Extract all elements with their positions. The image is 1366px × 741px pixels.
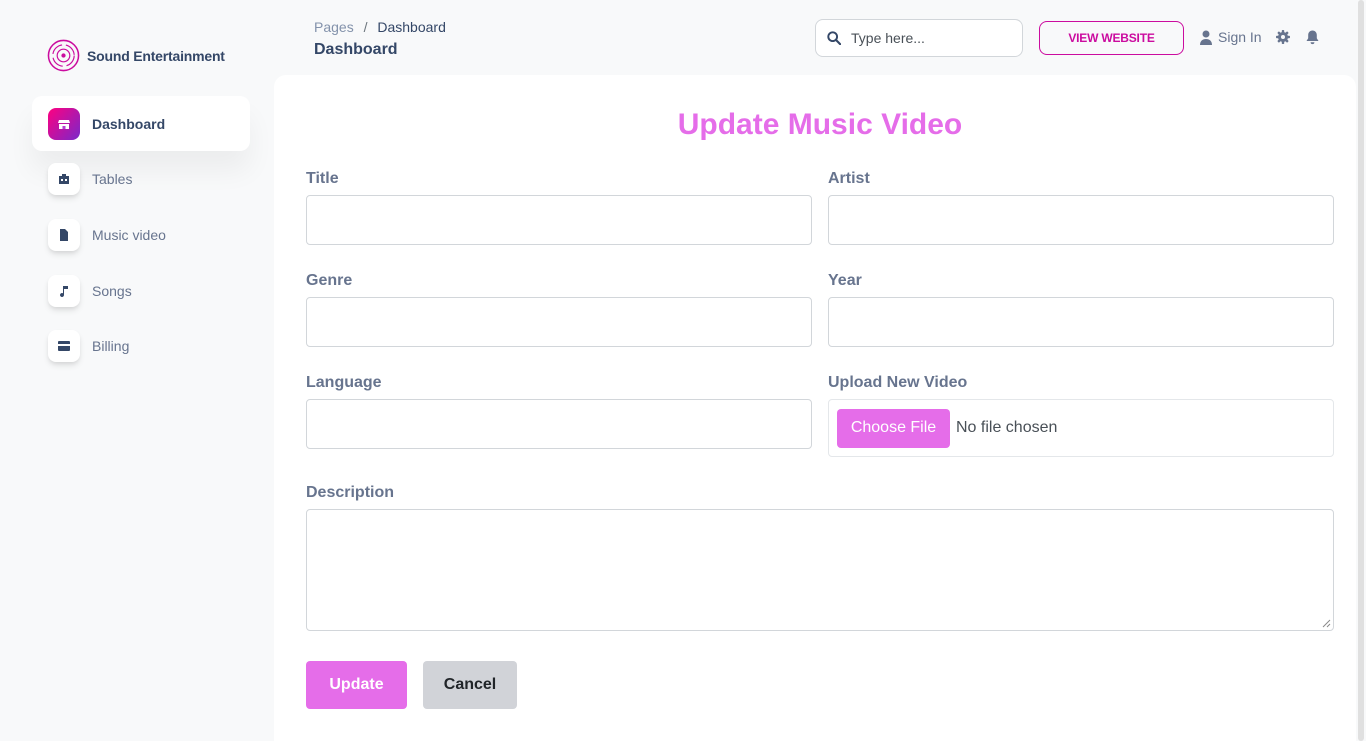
description-label: Description	[306, 484, 395, 501]
description-textarea[interactable]	[306, 509, 1334, 631]
vinyl-disc-icon	[47, 39, 80, 72]
credit-card-icon	[48, 329, 80, 362]
sidebar-item-label: Songs	[92, 282, 132, 299]
sidebar-item-music-video[interactable]: Music video	[32, 207, 250, 262]
brand[interactable]: Sound Entertainment	[47, 39, 225, 72]
shop-icon	[48, 107, 80, 140]
music-note-icon	[48, 274, 80, 307]
video-file-input[interactable]: Choose File No file chosen	[828, 399, 1334, 457]
sidebar-item-billing[interactable]: Billing	[32, 318, 250, 373]
sidebar-item-label: Music video	[92, 226, 166, 243]
sidebar: Sound Entertainment Dashboard Tables Mus…	[0, 0, 270, 741]
settings-button[interactable]	[1276, 30, 1290, 49]
search-input[interactable]	[851, 30, 1001, 46]
cancel-button[interactable]: Cancel	[423, 661, 517, 709]
sidebar-item-tables[interactable]: Tables	[32, 151, 250, 206]
title-label: Title	[306, 170, 339, 187]
language-input[interactable]	[306, 399, 812, 449]
document-icon	[48, 218, 80, 251]
year-input[interactable]	[828, 297, 1334, 347]
sign-in-label: Sign In	[1218, 29, 1262, 45]
breadcrumb: Pages / Dashboard	[314, 19, 446, 35]
office-icon	[48, 162, 80, 195]
sign-in-link[interactable]: Sign In	[1200, 29, 1262, 45]
language-label: Language	[306, 374, 382, 391]
search-icon	[827, 31, 841, 45]
bell-icon	[1306, 30, 1319, 45]
title-input[interactable]	[306, 195, 812, 245]
breadcrumb-current: Dashboard	[377, 19, 446, 35]
genre-input[interactable]	[306, 297, 812, 347]
upload-video-label: Upload New Video	[828, 374, 968, 391]
sidebar-item-dashboard[interactable]: Dashboard	[32, 96, 250, 151]
artist-input[interactable]	[828, 195, 1334, 245]
sidebar-item-label: Dashboard	[92, 115, 166, 132]
notifications-button[interactable]	[1306, 30, 1319, 50]
form-title: Update Music Video	[677, 108, 963, 141]
year-label: Year	[828, 272, 862, 289]
choose-file-button[interactable]: Choose File	[837, 408, 950, 448]
gear-icon	[1276, 30, 1290, 44]
breadcrumb-root[interactable]: Pages	[314, 19, 354, 35]
view-website-button[interactable]: VIEW WEBSITE	[1039, 21, 1184, 55]
update-button[interactable]: Update	[306, 661, 407, 709]
resize-grip-icon[interactable]	[1322, 619, 1331, 628]
artist-label: Artist	[828, 170, 870, 187]
page-title: Dashboard	[314, 41, 398, 58]
breadcrumb-separator: /	[363, 19, 368, 35]
file-status: No file chosen	[956, 419, 1058, 436]
sidebar-item-songs[interactable]: Songs	[32, 263, 250, 318]
sidebar-item-label: Billing	[92, 337, 130, 354]
genre-label: Genre	[306, 272, 353, 289]
sidebar-item-label: Tables	[92, 170, 133, 187]
search-box[interactable]	[815, 19, 1023, 57]
brand-name: Sound Entertainment	[87, 47, 225, 64]
user-icon	[1200, 30, 1212, 45]
